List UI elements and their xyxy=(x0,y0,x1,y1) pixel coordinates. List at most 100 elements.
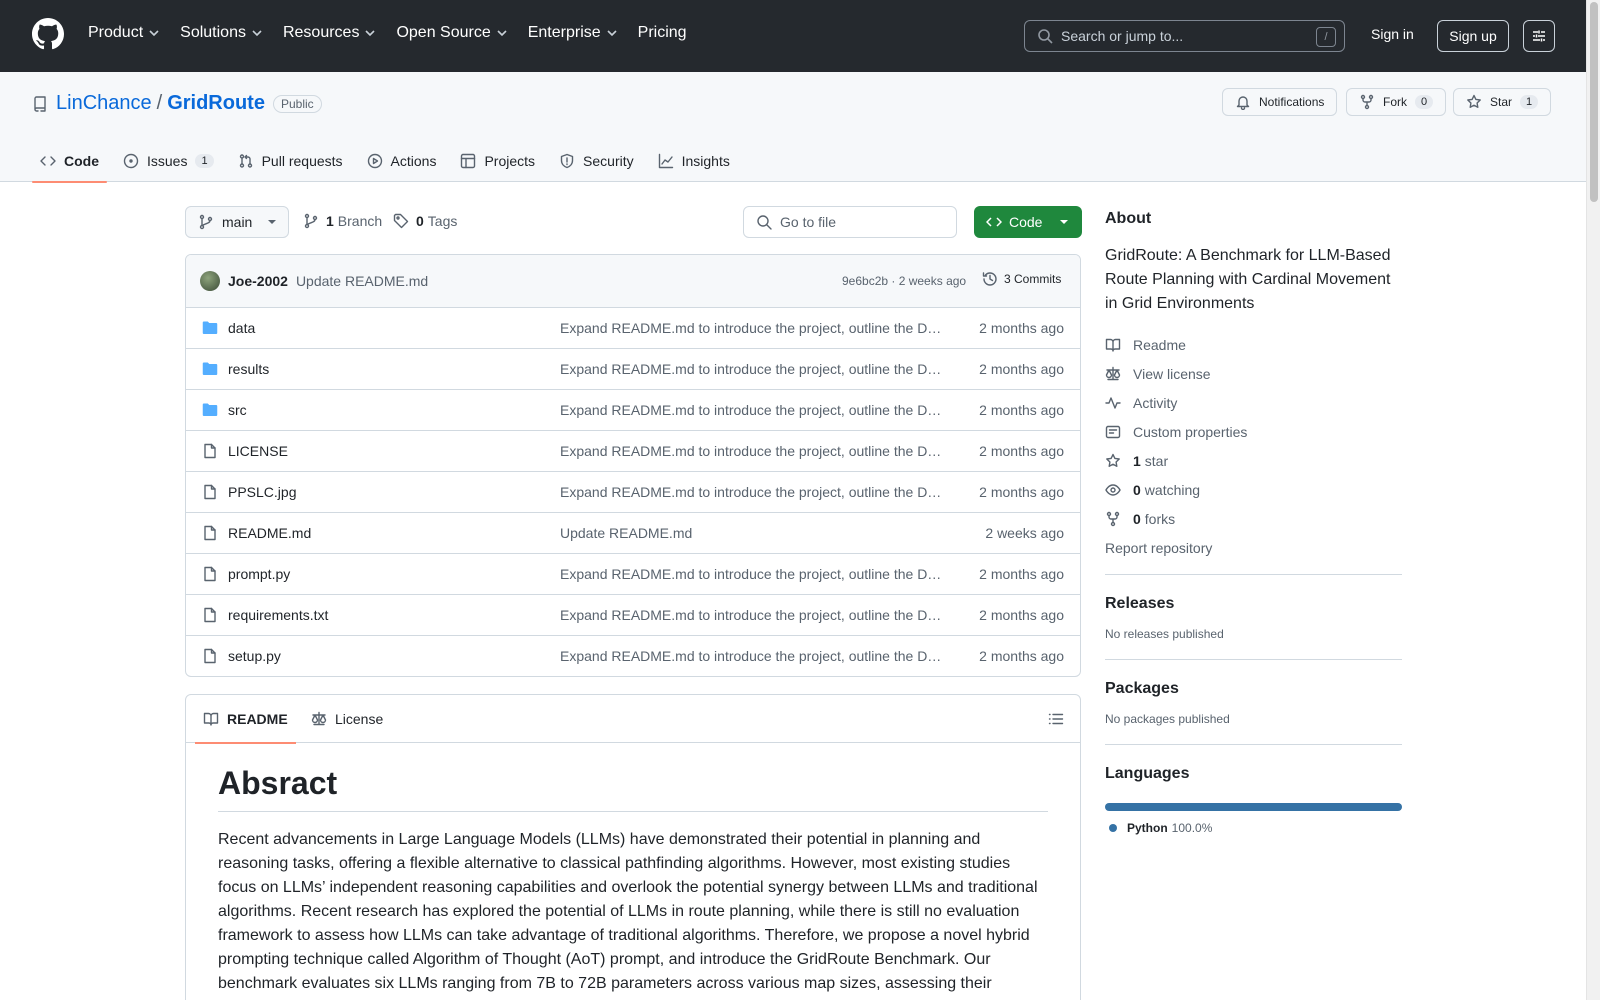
list-unordered-icon[interactable] xyxy=(1048,711,1064,727)
file-commit-message[interactable]: Expand README.md to introduce the projec… xyxy=(560,566,944,582)
folder-icon xyxy=(202,403,218,416)
file-row[interactable]: PPSLC.jpg Expand README.md to introduce t… xyxy=(186,472,1080,513)
repo-title: LinChance / GridRoute Public xyxy=(32,92,322,115)
chevron-down-icon xyxy=(365,30,376,37)
forks-link[interactable]: 0 forks xyxy=(1105,504,1402,533)
commits-link[interactable]: 3 Commits xyxy=(982,271,1061,287)
file-name-link[interactable]: requirements.txt xyxy=(228,607,328,623)
readme-tabs: README License xyxy=(186,695,1080,744)
stars-link[interactable]: 1 star xyxy=(1105,446,1402,475)
tab-license[interactable]: License xyxy=(311,695,383,743)
bell-icon xyxy=(1236,96,1250,110)
file-row[interactable]: data Expand README.md to introduce the pr… xyxy=(186,308,1080,349)
avatar[interactable] xyxy=(200,271,220,291)
nav-resources[interactable]: Resources xyxy=(283,24,376,42)
file-name-link[interactable]: data xyxy=(228,320,255,336)
readme-paragraph: Recent advancements in Large Language Mo… xyxy=(218,831,1038,992)
tags-link[interactable]: 0 Tags xyxy=(393,213,457,229)
branch-selector[interactable]: main xyxy=(185,206,289,238)
file-row[interactable]: requirements.txt Expand README.md to intr… xyxy=(186,595,1080,636)
folder-icon xyxy=(202,362,218,375)
file-commit-message[interactable]: Expand README.md to introduce the projec… xyxy=(560,648,944,664)
menu-button[interactable] xyxy=(1523,20,1555,52)
tab-insights[interactable]: Insights xyxy=(650,140,738,182)
nav-product[interactable]: Product xyxy=(88,24,160,42)
tab-security[interactable]: Security xyxy=(551,140,642,182)
license-link[interactable]: View license xyxy=(1105,359,1402,388)
tab-actions[interactable]: Actions xyxy=(359,140,445,182)
releases-section: Releases No releases published xyxy=(1105,574,1402,641)
commit-author[interactable]: Joe-2002 xyxy=(228,273,288,289)
notifications-button[interactable]: Notifications xyxy=(1222,88,1338,116)
file-table: Joe-2002 Update README.md 9e6bc2b · 2 we… xyxy=(185,254,1081,677)
watchers-link[interactable]: 0 watching xyxy=(1105,475,1402,504)
file-commit-message[interactable]: Update README.md xyxy=(560,525,944,541)
file-name-link[interactable]: LICENSE xyxy=(228,443,288,459)
file-commit-age: 2 months ago xyxy=(979,402,1064,418)
tab-projects[interactable]: Projects xyxy=(452,140,543,182)
page-scrollbar[interactable] xyxy=(1586,0,1600,1000)
code-icon xyxy=(40,156,56,166)
fork-button[interactable]: Fork 0 xyxy=(1346,88,1447,116)
caret-down-icon xyxy=(1060,220,1068,224)
file-name-link[interactable]: src xyxy=(228,402,247,418)
branches-link[interactable]: 1 Branch xyxy=(303,213,382,229)
custom-properties-link[interactable]: Custom properties xyxy=(1105,417,1402,446)
tab-issues[interactable]: Issues 1 xyxy=(115,140,222,182)
commit-message[interactable]: Update README.md xyxy=(296,273,428,289)
repo-description: GridRoute: A Benchmark for LLM-Based Rou… xyxy=(1105,247,1391,312)
repo-name-link[interactable]: GridRoute xyxy=(167,92,265,115)
tab-readme[interactable]: README xyxy=(195,695,296,744)
releases-title[interactable]: Releases xyxy=(1105,595,1402,613)
search-input[interactable]: Search or jump to... / xyxy=(1024,20,1345,52)
star-button[interactable]: Star 1 xyxy=(1453,88,1552,116)
file-commit-message[interactable]: Expand README.md to introduce the projec… xyxy=(560,484,944,500)
file-row[interactable]: LICENSE Expand README.md to introduce the… xyxy=(186,431,1080,472)
file-commit-message[interactable]: Expand README.md to introduce the projec… xyxy=(560,320,944,336)
file-name-link[interactable]: PPSLC.jpg xyxy=(228,484,296,500)
nav-pricing[interactable]: Pricing xyxy=(638,24,687,42)
repo-owner-link[interactable]: LinChance xyxy=(56,92,152,115)
repo-tabs: Code Issues 1 Pull requests Actions Proj… xyxy=(32,140,746,183)
nav-open-source[interactable]: Open Source xyxy=(396,24,507,42)
file-commit-message[interactable]: Expand README.md to introduce the projec… xyxy=(560,402,944,418)
star-icon xyxy=(1467,94,1481,108)
file-icon xyxy=(204,607,216,623)
file-name-link[interactable]: setup.py xyxy=(228,648,281,664)
tab-code[interactable]: Code xyxy=(32,140,107,183)
language-python[interactable]: Python 100.0% xyxy=(1105,821,1402,835)
file-icon xyxy=(204,443,216,459)
sign-up-button[interactable]: Sign up xyxy=(1437,20,1509,52)
commit-hash-age[interactable]: 9e6bc2b · 2 weeks ago xyxy=(842,274,966,288)
language-color-dot xyxy=(1109,824,1117,832)
activity-link[interactable]: Activity xyxy=(1105,388,1402,417)
tab-pull-requests[interactable]: Pull requests xyxy=(230,140,351,182)
play-icon xyxy=(367,153,382,169)
packages-empty-text: No packages published xyxy=(1105,712,1230,726)
go-to-file-input[interactable]: Go to file xyxy=(743,206,957,238)
file-row[interactable]: prompt.py Expand README.md to introduce t… xyxy=(186,554,1080,595)
file-commit-message[interactable]: Expand README.md to introduce the projec… xyxy=(560,443,944,459)
code-button[interactable]: Code xyxy=(974,206,1082,238)
nav-enterprise[interactable]: Enterprise xyxy=(528,24,618,42)
file-name-link[interactable]: results xyxy=(228,361,269,377)
file-name-link[interactable]: prompt.py xyxy=(228,566,290,582)
file-row[interactable]: results Expand README.md to introduce the… xyxy=(186,349,1080,390)
file-icon xyxy=(204,566,216,582)
file-row[interactable]: src Expand README.md to introduce the pro… xyxy=(186,390,1080,431)
readme-panel: README License Absract Recent advancemen… xyxy=(185,694,1081,1000)
file-commit-message[interactable]: Expand README.md to introduce the projec… xyxy=(560,607,944,623)
scrollbar-thumb[interactable] xyxy=(1590,2,1598,202)
file-row[interactable]: setup.py Expand README.md to introduce th… xyxy=(186,636,1080,676)
sign-in-link[interactable]: Sign in xyxy=(1371,26,1414,42)
report-repository-link[interactable]: Report repository xyxy=(1105,533,1402,562)
nav-solutions[interactable]: Solutions xyxy=(180,24,263,42)
file-row[interactable]: README.md Update README.md 2 weeks ago xyxy=(186,513,1080,554)
readme-link[interactable]: Readme xyxy=(1105,330,1402,359)
file-commit-message[interactable]: Expand README.md to introduce the projec… xyxy=(560,361,944,377)
file-name-link[interactable]: README.md xyxy=(228,525,311,541)
github-logo-icon[interactable] xyxy=(32,18,64,50)
caret-down-icon xyxy=(268,220,276,224)
packages-title[interactable]: Packages xyxy=(1105,680,1402,698)
sliders-icon xyxy=(1533,30,1545,42)
